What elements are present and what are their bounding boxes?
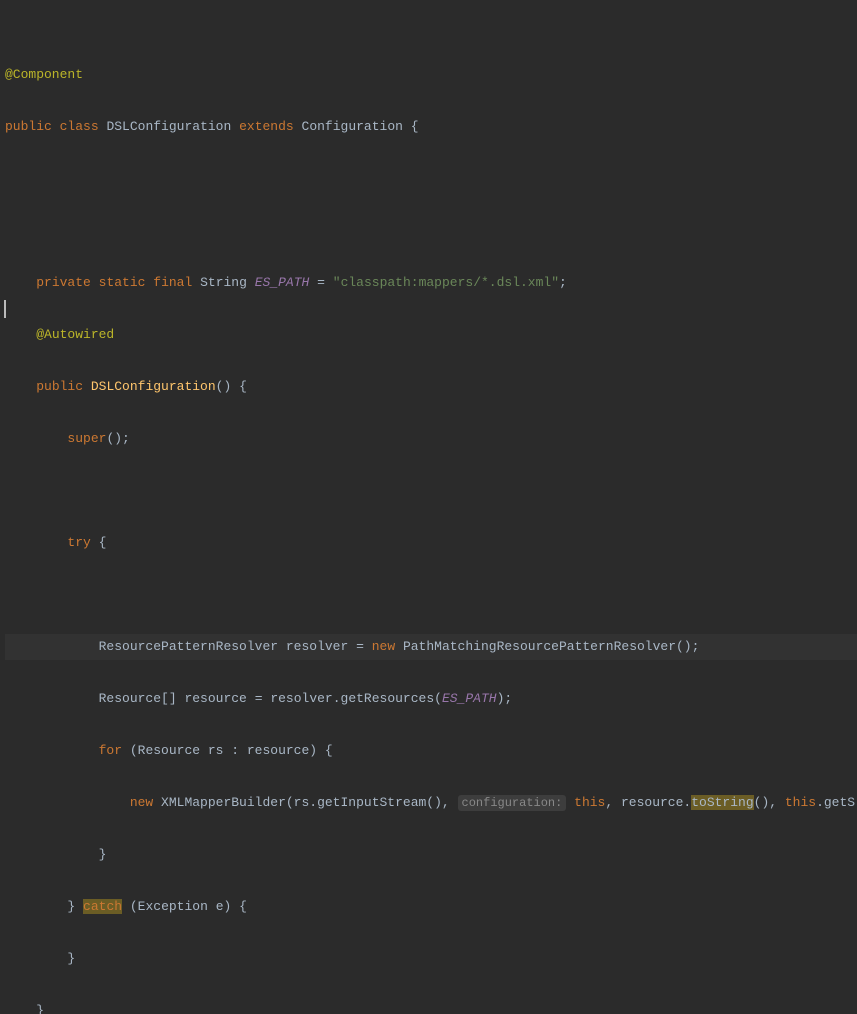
inline-hint: configuration:: [458, 795, 567, 811]
code-line: public DSLConfiguration() {: [5, 374, 857, 400]
code-editor[interactable]: @Component public class DSLConfiguration…: [0, 0, 857, 1014]
code-line: super();: [5, 426, 857, 452]
annotation: @Component: [5, 67, 83, 82]
warning-highlight: toString: [691, 795, 753, 810]
code-line: Resource[] resource = resolver.getResour…: [5, 686, 857, 712]
code-line: new XMLMapperBuilder(rs.getInputStream()…: [5, 790, 857, 816]
code-line: }: [5, 998, 857, 1014]
code-line: [5, 218, 857, 244]
code-line: @Autowired: [5, 322, 857, 348]
code-line-highlighted: ResourcePatternResolver resolver = new P…: [5, 634, 857, 660]
code-line: [5, 582, 857, 608]
code-line: [5, 478, 857, 504]
code-line: for (Resource rs : resource) {: [5, 738, 857, 764]
warning-highlight: catch: [83, 899, 122, 914]
code-line: }: [5, 842, 857, 868]
code-line: public class DSLConfiguration extends Co…: [5, 114, 857, 140]
code-line: }: [5, 946, 857, 972]
code-line: } catch (Exception e) {: [5, 894, 857, 920]
text-caret: [4, 300, 6, 318]
code-line: private static final String ES_PATH = "c…: [5, 270, 857, 296]
code-line: @Component: [5, 62, 857, 88]
code-line: [5, 166, 857, 192]
code-line: try {: [5, 530, 857, 556]
